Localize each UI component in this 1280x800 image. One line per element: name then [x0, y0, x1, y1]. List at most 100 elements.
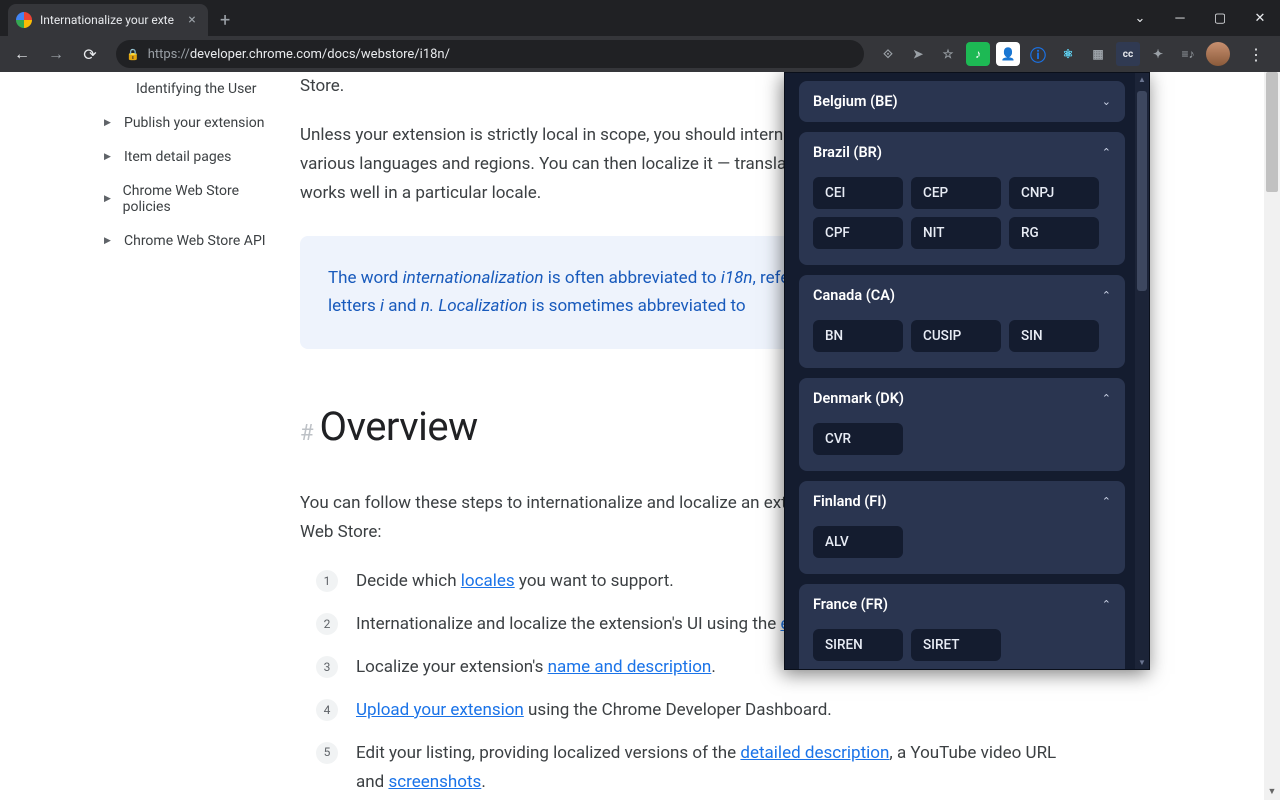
id-type-chip[interactable]: CUSIP — [911, 320, 1001, 352]
country-title: Brazil (BR) — [813, 144, 882, 161]
browser-tab[interactable]: Internationalize your exte × — [8, 4, 208, 36]
scroll-up-arrow[interactable]: ▲ — [1135, 75, 1149, 84]
chevron-down-icon: ⌄ — [1102, 95, 1111, 108]
tab-title: Internationalize your exte — [40, 13, 178, 27]
country-title: Finland (FI) — [813, 493, 887, 510]
chips-row: CVR — [799, 419, 1125, 471]
caret-down-icon[interactable]: ⌄ — [1120, 0, 1160, 36]
chevron-up-icon: ⌃ — [1102, 146, 1111, 159]
sidebar-item-publish[interactable]: ▶Publish your extension — [0, 106, 284, 140]
chevron-right-icon: ▶ — [104, 118, 116, 128]
extension-icons: ⟐ ➤ ☆ ♪ 👤 ⓘ ⚛ ▦ cc ✦ ≡♪ — [876, 42, 1230, 66]
id-type-chip[interactable]: SIRET — [911, 629, 1001, 661]
chrome-favicon — [16, 12, 32, 28]
ext-grid-icon[interactable]: ▦ — [1086, 42, 1110, 66]
country-group: Finland (FI) ⌃ ALV — [799, 481, 1125, 574]
step-5: 5Edit your listing, providing localized … — [316, 739, 1080, 797]
id-type-chip[interactable]: CVR — [813, 423, 903, 455]
chips-row: SIRENSIRET — [799, 625, 1125, 669]
scroll-down-arrow[interactable]: ▼ — [1264, 784, 1280, 800]
tab-strip: Internationalize your exte × + ⌄ ─ ▢ ✕ — [0, 0, 1280, 36]
ext-react-icon[interactable]: ⚛ — [1056, 42, 1080, 66]
link-locales[interactable]: locales — [461, 571, 515, 591]
chevron-up-icon: ⌃ — [1102, 495, 1111, 508]
country-group: France (FR) ⌃ SIRENSIRET — [799, 584, 1125, 669]
translate-icon[interactable]: ⟐ — [876, 42, 900, 66]
chrome-menu-button[interactable]: ⋮ — [1240, 45, 1272, 64]
ext-cc-icon[interactable]: cc — [1116, 42, 1140, 66]
tab-close-button[interactable]: × — [184, 12, 200, 28]
scrollbar-thumb[interactable] — [1137, 91, 1147, 291]
country-group: Brazil (BR) ⌃ CEICEPCNPJ CPFNITRG — [799, 132, 1125, 265]
link-name-desc[interactable]: name and description — [548, 657, 712, 677]
ext-a-icon[interactable]: 👤 — [996, 42, 1020, 66]
country-title: Denmark (DK) — [813, 390, 904, 407]
sidebar-item-detail-pages[interactable]: ▶Item detail pages — [0, 140, 284, 174]
new-tab-button[interactable]: + — [208, 4, 242, 36]
id-type-chip[interactable]: NIT — [911, 217, 1001, 249]
chevron-right-icon: ▶ — [104, 236, 116, 246]
page-viewport: Identifying the User ▶Publish your exten… — [0, 72, 1280, 800]
country-group: Canada (CA) ⌃ BNCUSIPSIN — [799, 275, 1125, 368]
window-controls: ⌄ ─ ▢ ✕ — [1120, 0, 1280, 36]
minimize-button[interactable]: ─ — [1160, 0, 1200, 36]
country-title: France (FR) — [813, 596, 888, 613]
send-icon[interactable]: ➤ — [906, 42, 930, 66]
chevron-up-icon: ⌃ — [1102, 598, 1111, 611]
link-screenshots[interactable]: screenshots — [388, 772, 481, 792]
country-group-header[interactable]: France (FR) ⌃ — [799, 584, 1125, 625]
docs-sidebar: Identifying the User ▶Publish your exten… — [0, 72, 300, 800]
country-title: Canada (CA) — [813, 287, 895, 304]
popup-scrollbar[interactable]: ▲ ▼ — [1135, 73, 1149, 669]
sidebar-item-identifying-user[interactable]: Identifying the User — [0, 72, 284, 106]
forward-button[interactable]: → — [42, 40, 70, 68]
country-group: Denmark (DK) ⌃ CVR — [799, 378, 1125, 471]
url-text: https://developer.chrome.com/docs/websto… — [148, 47, 450, 62]
id-type-chip[interactable]: CEI — [813, 177, 903, 209]
close-window-button[interactable]: ✕ — [1240, 0, 1280, 36]
ext-music-icon[interactable]: ♪ — [966, 42, 990, 66]
anchor-hash-icon[interactable]: # — [300, 415, 314, 452]
id-type-chip[interactable]: ALV — [813, 526, 903, 558]
id-type-chip[interactable]: SIREN — [813, 629, 903, 661]
country-group-header[interactable]: Denmark (DK) ⌃ — [799, 378, 1125, 419]
country-title: Belgium (BE) — [813, 93, 898, 110]
id-type-chip[interactable]: SIN — [1009, 320, 1099, 352]
chevron-right-icon: ▶ — [104, 152, 116, 162]
scroll-down-arrow[interactable]: ▼ — [1135, 658, 1149, 667]
country-group-header[interactable]: Finland (FI) ⌃ — [799, 481, 1125, 522]
reading-list-icon[interactable]: ≡♪ — [1176, 42, 1200, 66]
link-detailed-desc[interactable]: detailed description — [740, 743, 889, 763]
back-button[interactable]: ← — [8, 40, 36, 68]
link-upload[interactable]: Upload your extension — [356, 700, 524, 720]
address-bar[interactable]: 🔒 https://developer.chrome.com/docs/webs… — [116, 40, 864, 68]
chips-row: ALV — [799, 522, 1125, 574]
step-4: 4Upload your extension using the Chrome … — [316, 696, 1080, 725]
id-type-chip[interactable]: BN — [813, 320, 903, 352]
id-type-chip[interactable]: CEP — [911, 177, 1001, 209]
ext-info-icon[interactable]: ⓘ — [1026, 42, 1050, 66]
country-group: Belgium (BE) ⌄ — [799, 81, 1125, 122]
bookmark-star-icon[interactable]: ☆ — [936, 42, 960, 66]
maximize-button[interactable]: ▢ — [1200, 0, 1240, 36]
chips-row: CEICEPCNPJ CPFNITRG — [799, 173, 1125, 265]
chips-row: BNCUSIPSIN — [799, 316, 1125, 368]
id-type-chip[interactable]: CPF — [813, 217, 903, 249]
lock-icon: 🔒 — [126, 48, 140, 61]
chevron-up-icon: ⌃ — [1102, 289, 1111, 302]
id-type-chip[interactable]: RG — [1009, 217, 1099, 249]
country-group-header[interactable]: Brazil (BR) ⌃ — [799, 132, 1125, 173]
id-type-chip[interactable]: CNPJ — [1009, 177, 1099, 209]
extensions-puzzle-icon[interactable]: ✦ — [1146, 42, 1170, 66]
sidebar-item-policies[interactable]: ▶Chrome Web Store policies — [0, 174, 284, 224]
reload-button[interactable]: ⟳ — [76, 40, 104, 68]
browser-toolbar: ← → ⟳ 🔒 https://developer.chrome.com/doc… — [0, 36, 1280, 72]
page-scrollbar[interactable]: ▲ ▼ — [1264, 72, 1280, 800]
country-group-header[interactable]: Canada (CA) ⌃ — [799, 275, 1125, 316]
scrollbar-thumb[interactable] — [1266, 72, 1278, 192]
chevron-up-icon: ⌃ — [1102, 392, 1111, 405]
country-group-header[interactable]: Belgium (BE) ⌄ — [799, 81, 1125, 122]
profile-avatar[interactable] — [1206, 42, 1230, 66]
sidebar-item-api[interactable]: ▶Chrome Web Store API — [0, 224, 284, 258]
extension-popup: Belgium (BE) ⌄ Brazil (BR) ⌃ CEICEPCNPJ CPFNI… — [784, 72, 1150, 670]
